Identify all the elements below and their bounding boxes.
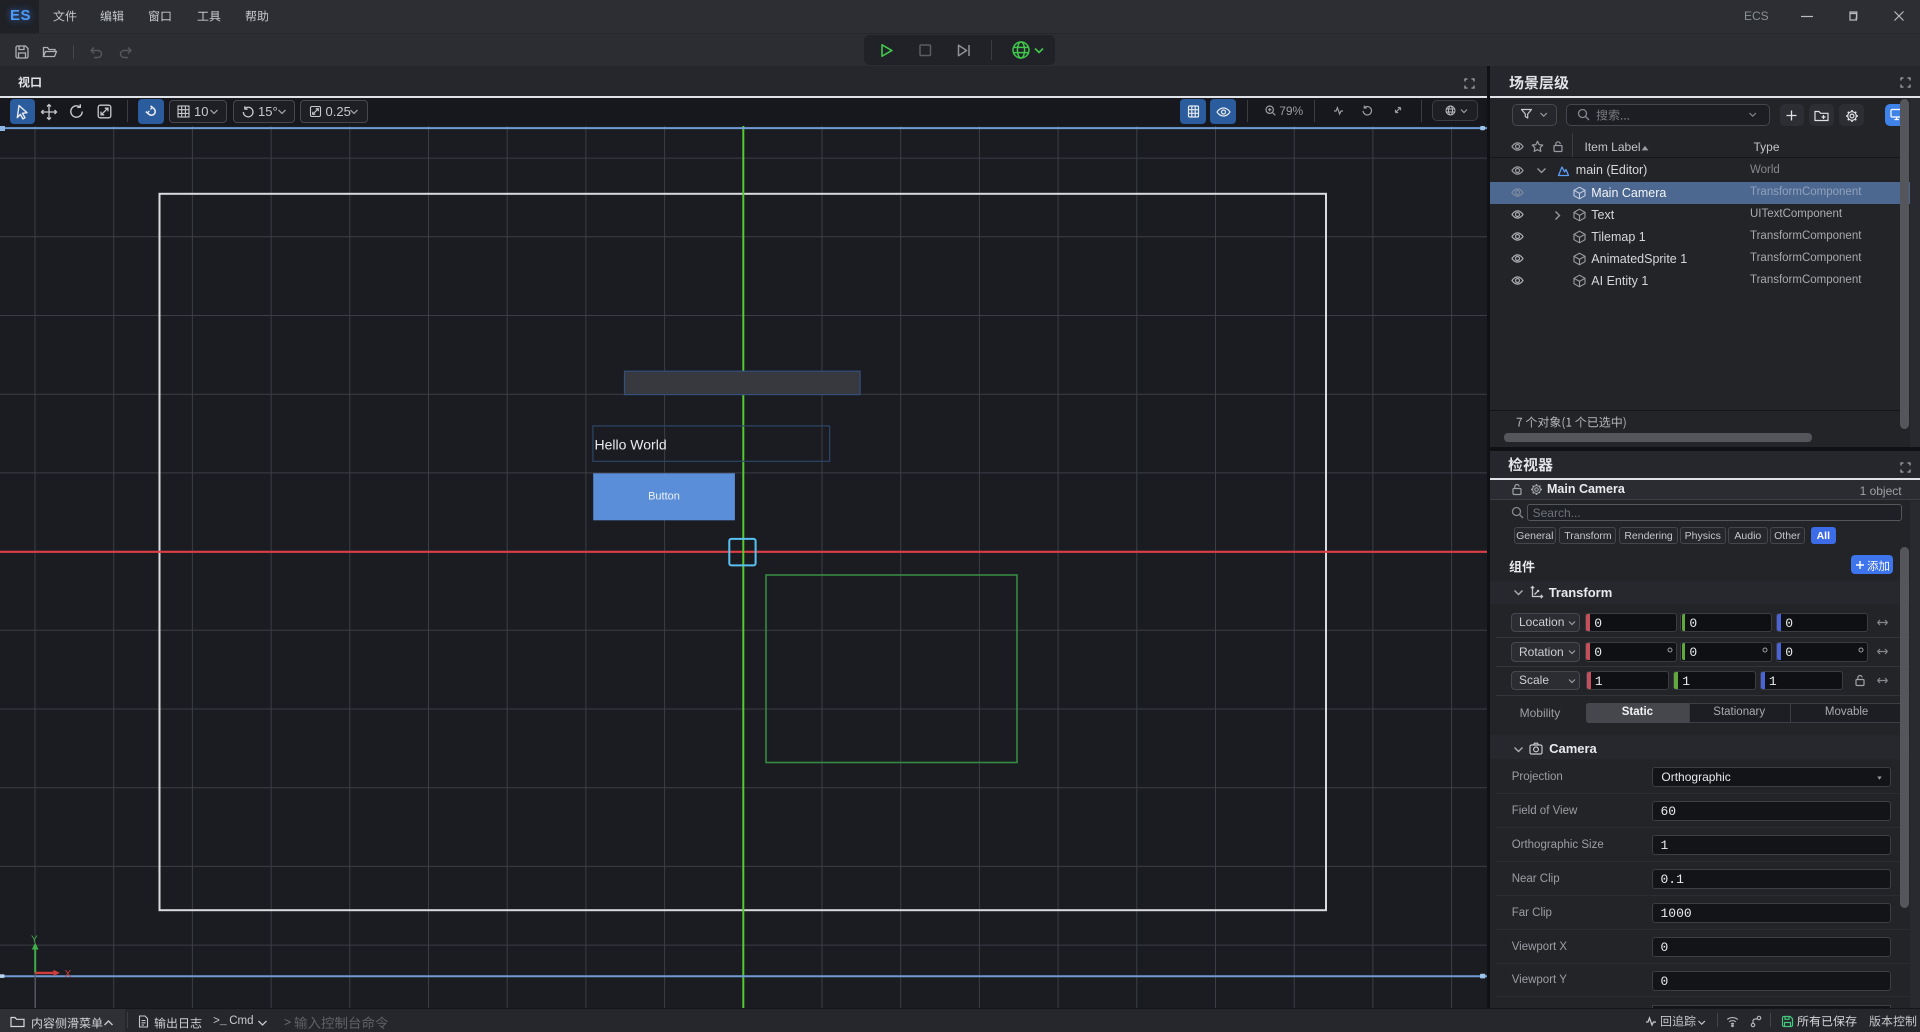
svg-text:Button: Button [648, 491, 680, 503]
svg-text:Y: Y [31, 935, 38, 946]
svg-text:Hello World: Hello World [595, 437, 667, 453]
svg-text:X: X [65, 969, 72, 980]
